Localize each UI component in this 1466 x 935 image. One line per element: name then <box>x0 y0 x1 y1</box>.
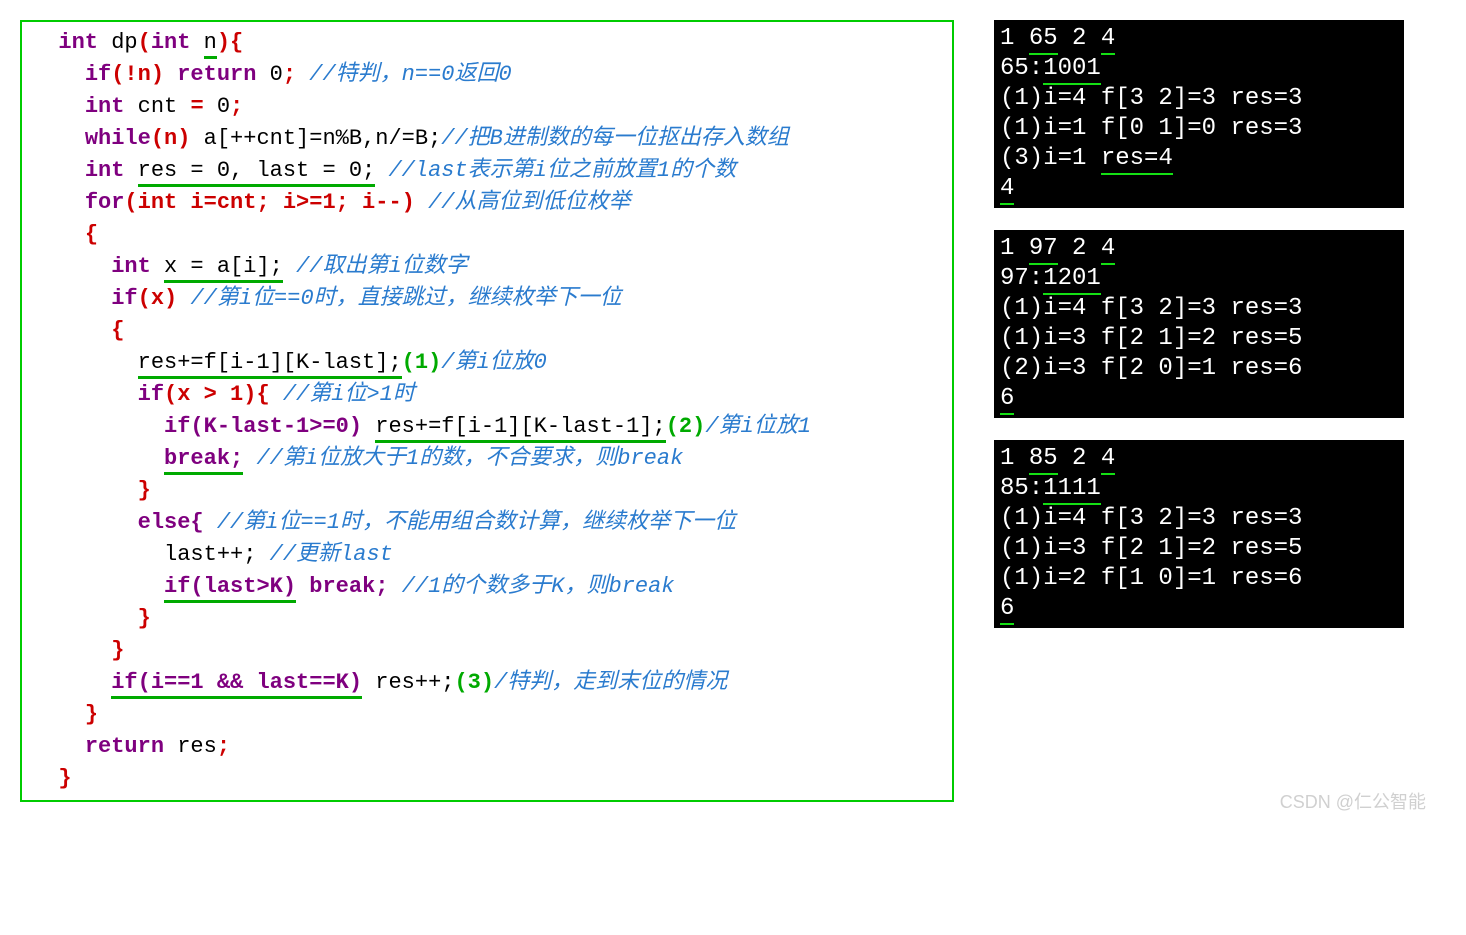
terminal-line: (1)i=1 f[0 1]=0 res=3 <box>1000 115 1302 142</box>
terminal-line: (1)i=3 f[2 1]=2 res=5 <box>1000 325 1302 352</box>
watermark: CSDN @仁公智能 <box>1280 788 1426 814</box>
terminal-line: (3)i=1 res=4 <box>1000 145 1173 175</box>
terminal-line: 6 <box>1000 595 1014 625</box>
terminal-line: 4 <box>1000 175 1014 205</box>
terminal-line: (1)i=4 f[3 2]=3 res=3 <box>1000 85 1302 112</box>
terminal-2: 1 85 2 4 85:1111 (1)i=4 f[3 2]=3 res=3 (… <box>994 440 1404 628</box>
terminal-line: 85:1111 <box>1000 475 1101 505</box>
terminal-column: 1 65 2 4 65:1001 (1)i=4 f[3 2]=3 res=3 (… <box>994 20 1404 628</box>
terminal-line: (1)i=4 f[3 2]=3 res=3 <box>1000 505 1302 532</box>
terminal-line: 1 97 2 4 <box>1000 235 1115 265</box>
terminal-line: 1 85 2 4 <box>1000 445 1115 475</box>
terminal-0: 1 65 2 4 65:1001 (1)i=4 f[3 2]=3 res=3 (… <box>994 20 1404 208</box>
terminal-1: 1 97 2 4 97:1201 (1)i=4 f[3 2]=3 res=3 (… <box>994 230 1404 418</box>
code-block: int dp(int n){ if(!n) return 0; //特判，n==… <box>20 20 954 802</box>
terminal-line: (2)i=3 f[2 0]=1 res=6 <box>1000 355 1302 382</box>
terminal-line: 1 65 2 4 <box>1000 25 1115 55</box>
terminal-line: (1)i=2 f[1 0]=1 res=6 <box>1000 565 1302 592</box>
kw-int: int <box>58 30 98 55</box>
terminal-line: 65:1001 <box>1000 55 1101 85</box>
terminal-line: (1)i=3 f[2 1]=2 res=5 <box>1000 535 1302 562</box>
terminal-line: 6 <box>1000 385 1014 415</box>
terminal-line: (1)i=4 f[3 2]=3 res=3 <box>1000 295 1302 322</box>
terminal-line: 97:1201 <box>1000 265 1101 295</box>
